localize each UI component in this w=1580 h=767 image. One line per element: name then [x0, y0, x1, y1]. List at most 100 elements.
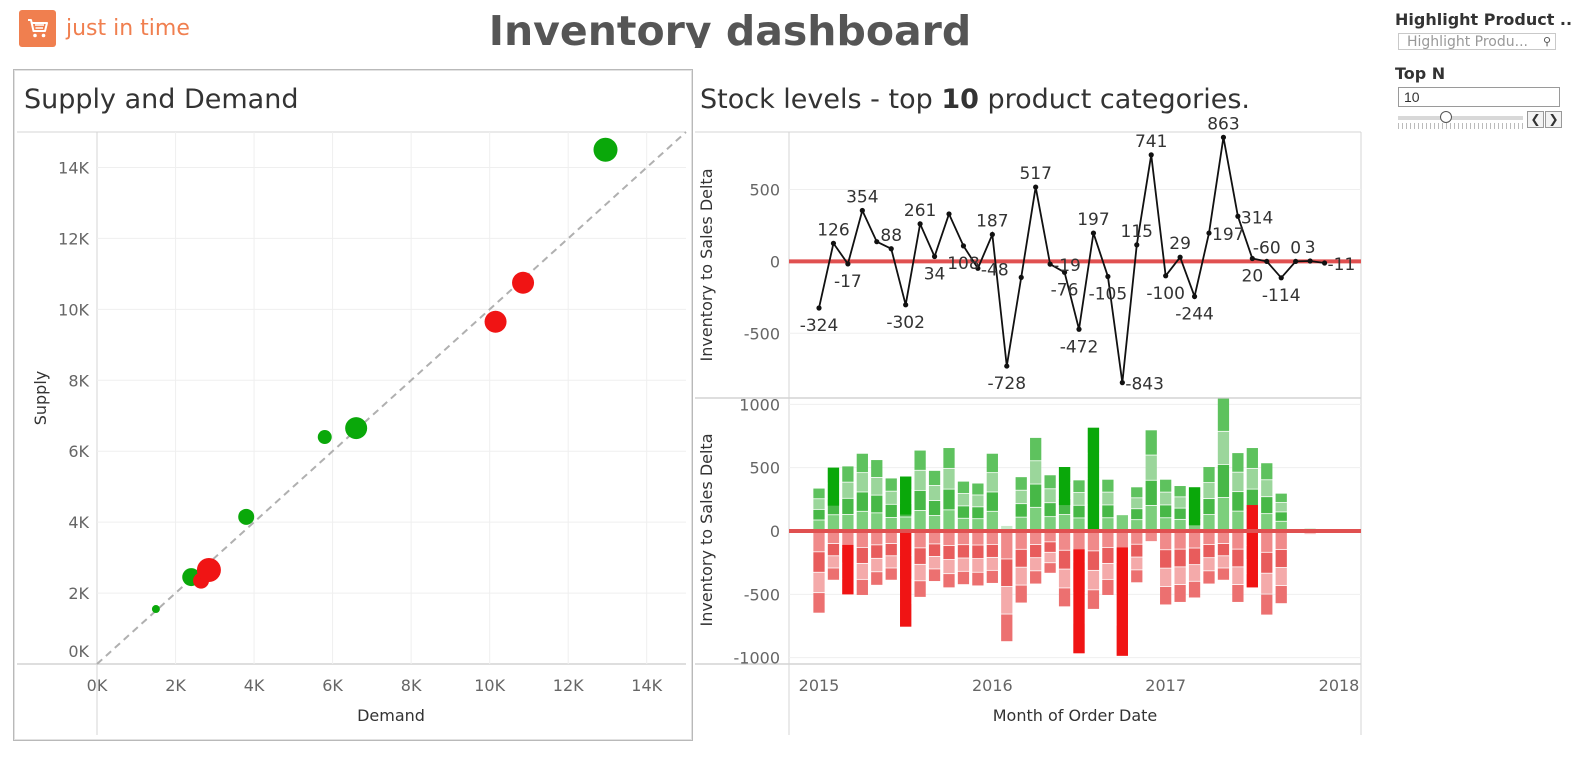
- bar-positive-segment: [1073, 480, 1085, 493]
- chevron-right-icon[interactable]: ❯: [1545, 111, 1562, 128]
- bar-positive-segment: [1160, 505, 1172, 518]
- y-tick-label: 8K: [68, 371, 89, 390]
- bar-highlight-positive: [900, 476, 912, 515]
- line-data-label: -11: [1328, 255, 1356, 275]
- supply-demand-scatter-chart: 0K 2K 4K 6K 8K 10K 12K 14K 0K 2K 4K 6K 8K 10K 12K 14K De…: [17, 131, 687, 735]
- bar-negative-segment: [1030, 544, 1042, 558]
- line-point: [1220, 134, 1227, 140]
- bar-negative-segment: [1261, 531, 1273, 552]
- bar-negative-segment: [1030, 558, 1042, 571]
- line-point: [816, 305, 822, 311]
- line-data-label: 863: [1207, 114, 1239, 134]
- x-axis-title: Month of Order Date: [993, 706, 1158, 725]
- bar-positive-segment: [1160, 479, 1172, 492]
- bar-positive-segment: [885, 491, 897, 504]
- bar-positive-segment: [1073, 505, 1085, 518]
- bar-negative-segment: [1217, 568, 1230, 580]
- scatter-point: [317, 430, 332, 445]
- highlight-product-input[interactable]: Highlight Produ... ⚲: [1398, 33, 1556, 50]
- bar-positive-segment: [1015, 517, 1027, 531]
- bar-positive-segment: [972, 495, 984, 507]
- filter-controls: Highlight Product .. Highlight Produ... …: [1395, 10, 1572, 133]
- bar-negative-segment: [856, 531, 868, 547]
- bar-positive-segment: [1232, 511, 1244, 531]
- slider-ticks: [1398, 123, 1523, 129]
- bar-positive-segment: [1217, 464, 1230, 498]
- bar-negative-segment: [871, 572, 883, 585]
- bar-positive-segment: [1030, 507, 1042, 531]
- bar-positive-segment: [1203, 483, 1215, 499]
- bar-negative-segment: [972, 559, 984, 572]
- bar-positive-segment: [928, 500, 941, 516]
- top-n-input[interactable]: [1398, 87, 1560, 107]
- top-n-slider[interactable]: ❮ ❯: [1395, 111, 1565, 133]
- bar-positive-segment: [1246, 468, 1258, 489]
- y-tick-label: 2K: [68, 584, 89, 603]
- bar-positive-segment: [1044, 489, 1056, 503]
- line-data-label: -19: [1053, 256, 1081, 276]
- bar-positive-segment: [943, 468, 955, 489]
- chevron-left-icon[interactable]: ❮: [1527, 111, 1544, 128]
- bar-positive-segment: [1217, 431, 1230, 465]
- line-data-label: 314: [1241, 208, 1273, 228]
- line-point: [931, 253, 938, 260]
- line-point: [1076, 326, 1082, 332]
- bar-positive-segment: [813, 520, 825, 531]
- bar-negative-segment: [957, 545, 970, 558]
- bar-negative-segment: [856, 547, 868, 563]
- bar-negative-segment: [1275, 531, 1287, 550]
- bar-positive-segment: [957, 506, 970, 518]
- bar-negative-segment: [1261, 573, 1273, 594]
- line-data-label: 0: [1290, 238, 1301, 258]
- bar-positive-segment: [1131, 509, 1143, 520]
- bar-negative-segment: [943, 545, 955, 560]
- bar-negative-segment: [1015, 585, 1027, 603]
- bar-negative-segment: [1174, 549, 1186, 567]
- bar-positive-segment: [1030, 437, 1042, 461]
- bar-negative-segment: [1160, 531, 1172, 550]
- line-point: [1033, 184, 1039, 190]
- bar-negative-segment: [1188, 565, 1201, 581]
- bar-negative-segment: [1058, 588, 1071, 607]
- line-point: [1264, 258, 1270, 265]
- bar-positive-segment: [986, 453, 998, 473]
- line-data-label: 3: [1305, 238, 1316, 258]
- bar-negative-segment: [1160, 550, 1172, 568]
- bar-positive-segment: [1203, 499, 1215, 515]
- bar-positive-segment: [986, 511, 998, 531]
- bar-positive-segment: [1030, 461, 1042, 484]
- bar-negative-segment: [1015, 567, 1027, 585]
- line-data-label: -76: [1051, 280, 1079, 300]
- bar-negative-segment: [1217, 531, 1230, 544]
- bar-positive-segment: [1261, 497, 1273, 514]
- bar-negative-segment: [1030, 531, 1042, 545]
- line-point: [1047, 261, 1053, 267]
- bar-highlight-positive: [1087, 427, 1100, 530]
- scatter-point: [345, 417, 368, 440]
- bar-negative-segment: [914, 564, 926, 581]
- line-point: [874, 239, 880, 245]
- bar-highlight-positive: [827, 467, 840, 506]
- bar-positive-segment: [943, 489, 955, 510]
- bar-negative-segment: [943, 574, 955, 588]
- bar-positive-segment: [842, 482, 854, 498]
- bar-positive-segment: [914, 490, 926, 511]
- bar-positive-segment: [943, 510, 955, 531]
- bar-positive-segment: [871, 513, 883, 531]
- bar-negative-segment: [972, 545, 984, 559]
- bar-negative-segment: [813, 572, 825, 593]
- bar-negative-segment: [1001, 531, 1013, 559]
- slider-thumb[interactable]: [1440, 111, 1452, 123]
- line-point: [1090, 230, 1097, 236]
- bar-positive-segment: [1145, 430, 1157, 455]
- bar-negative-segment: [986, 531, 998, 544]
- slider-track[interactable]: [1398, 116, 1523, 120]
- bar-positive-segment: [856, 453, 868, 473]
- bar-positive-segment: [1145, 480, 1157, 506]
- bar-negative-segment: [928, 556, 941, 569]
- search-icon[interactable]: ⚲: [1543, 35, 1551, 48]
- line-point: [1206, 230, 1212, 236]
- bar-negative-segment: [1174, 531, 1186, 549]
- line-point: [1148, 152, 1154, 158]
- bar-negative-segment: [1058, 569, 1071, 588]
